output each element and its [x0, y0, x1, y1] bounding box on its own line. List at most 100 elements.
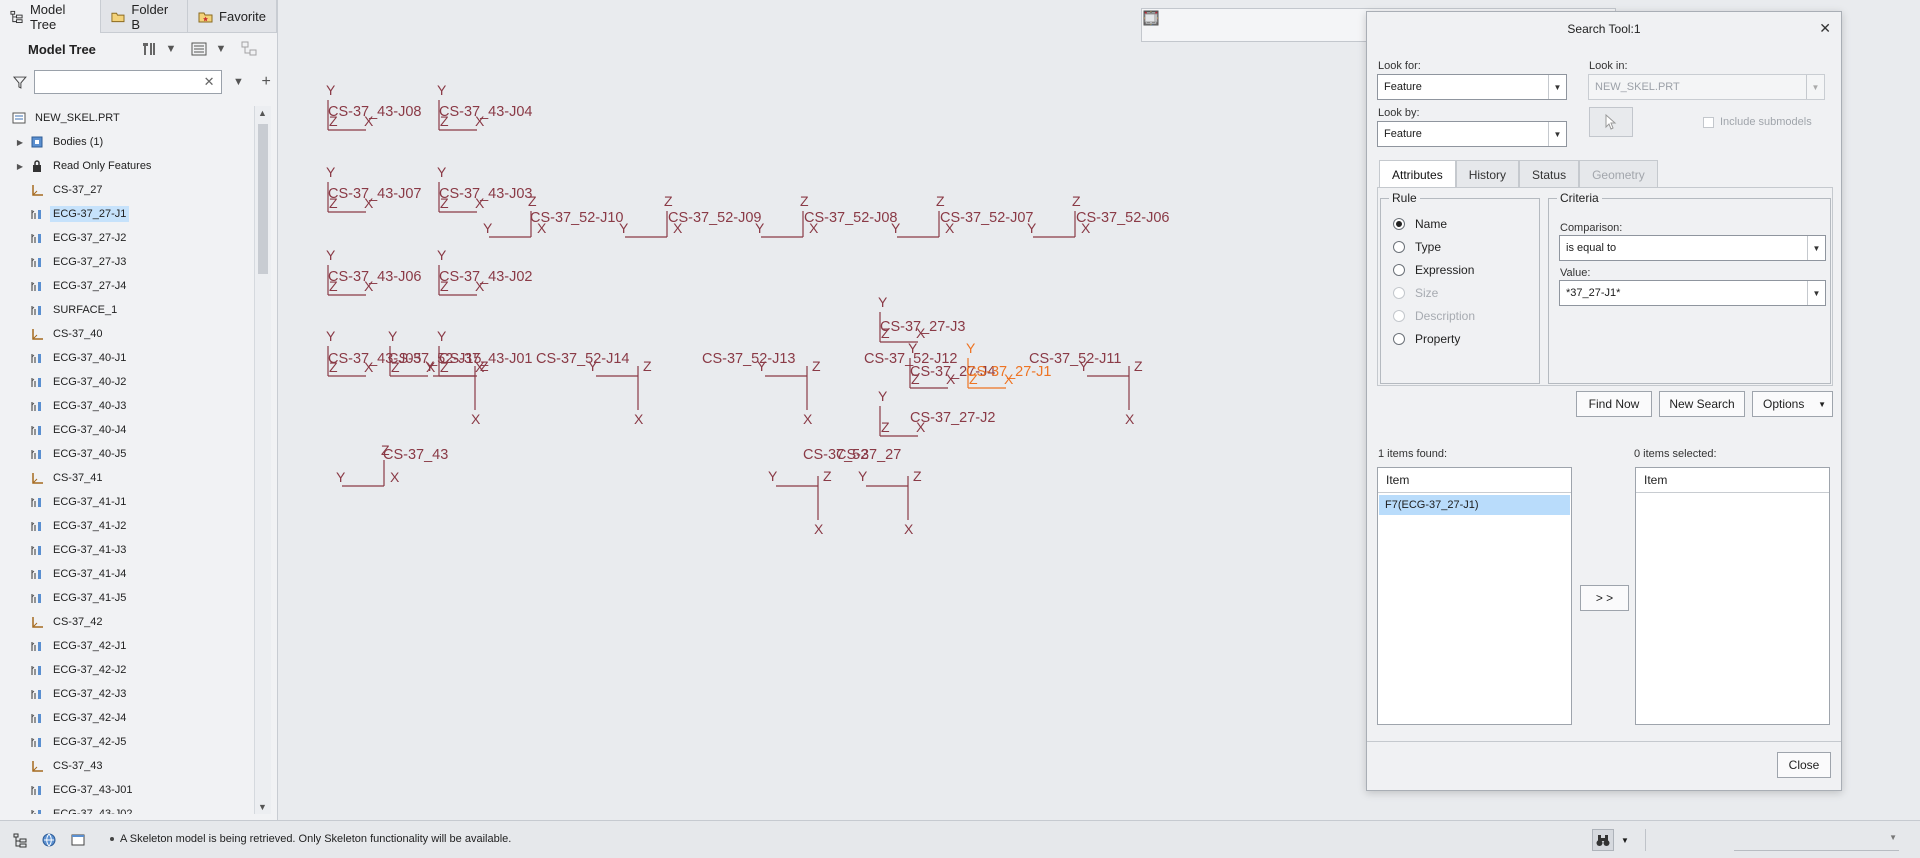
rule-radio-name[interactable]: Name: [1393, 217, 1447, 231]
selection-filter-select[interactable]: ▼: [1734, 829, 1899, 851]
transfer-button[interactable]: > >: [1580, 585, 1629, 611]
csys-label[interactable]: CS-37_27-J1: [966, 364, 1051, 380]
look-for-select[interactable]: Feature ▼: [1377, 74, 1567, 100]
csys-label[interactable]: CS-37_43-J03: [439, 186, 533, 202]
chevron-down-icon[interactable]: ▼: [1807, 281, 1825, 305]
comparison-select[interactable]: is equal to ▼: [1559, 235, 1826, 261]
tree-item[interactable]: ECG-37_40-J4: [0, 418, 254, 442]
chevron-down-icon[interactable]: ▼: [160, 38, 182, 60]
chevron-down-icon[interactable]: ▼: [228, 71, 250, 93]
tab-status[interactable]: Status: [1519, 160, 1580, 188]
tab-model-tree[interactable]: Model Tree: [0, 0, 102, 33]
look-by-select[interactable]: Feature ▼: [1377, 121, 1567, 147]
new-search-button[interactable]: New Search: [1659, 391, 1745, 417]
found-items-list[interactable]: Item F7(ECG-37_27-J1): [1377, 467, 1572, 725]
tree-item[interactable]: ECG-37_40-J1: [0, 346, 254, 370]
tree-item[interactable]: ECG-37_42-J5: [0, 730, 254, 754]
tree-item[interactable]: ECG-37_42-J2: [0, 658, 254, 682]
display-style-button[interactable]: [1145, 11, 1324, 38]
csys-label[interactable]: CS-37_43-J04: [439, 104, 533, 120]
add-icon[interactable]: +: [255, 71, 277, 93]
chevron-down-icon[interactable]: ▼: [210, 38, 232, 60]
csys-label[interactable]: CS-37_27: [836, 447, 901, 463]
tree-item[interactable]: CS-37_43: [0, 754, 254, 778]
tree-item[interactable]: ECG-37_41-J5: [0, 586, 254, 610]
saved-orientations-button[interactable]: [1144, 11, 1354, 38]
tree-item[interactable]: SURFACE_1: [0, 298, 254, 322]
csys-label[interactable]: CS-37_52-J07: [940, 210, 1034, 226]
rule-radio-property[interactable]: Property: [1393, 332, 1460, 346]
tree-item[interactable]: ECG-37_42-J4: [0, 706, 254, 730]
browser-toggle-icon[interactable]: [38, 829, 60, 851]
csys-label[interactable]: CS-37_52-J09: [668, 210, 762, 226]
tree-item[interactable]: ECG-37_42-J3: [0, 682, 254, 706]
close-icon[interactable]: ✕: [1819, 20, 1831, 37]
zoom-in-button[interactable]: [1144, 11, 1204, 38]
csys-label[interactable]: CS-37_43-J02: [439, 269, 533, 285]
find-now-button[interactable]: Find Now: [1576, 391, 1652, 417]
csys-label[interactable]: CS-37_27-J3: [880, 319, 965, 335]
model-tree-toggle-icon[interactable]: [9, 829, 31, 851]
options-button[interactable]: Options ▼: [1752, 391, 1833, 417]
chevron-down-icon[interactable]: ▼: [1548, 122, 1566, 146]
tree-item[interactable]: CS-37_41: [0, 466, 254, 490]
csys-label[interactable]: CS-37_43-J07: [328, 186, 422, 202]
tree-item[interactable]: ▶ Read Only Features: [0, 154, 254, 178]
chevron-down-icon[interactable]: ▼: [1618, 829, 1632, 851]
zoom-out-button[interactable]: [1144, 11, 1234, 38]
tree-scrollbar[interactable]: ▲ ▼: [254, 106, 271, 814]
tree-item[interactable]: CS-37_42: [0, 610, 254, 634]
tree-item[interactable]: CS-37_27: [0, 178, 254, 202]
tab-geometry[interactable]: Geometry: [1579, 160, 1658, 188]
tab-folder-browser[interactable]: Folder B: [101, 0, 189, 33]
selected-items-list[interactable]: Item: [1635, 467, 1830, 725]
tab-attributes[interactable]: Attributes: [1379, 160, 1456, 188]
csys-label[interactable]: CS-37_52-J13: [702, 351, 796, 367]
tree-item[interactable]: CS-37_40: [0, 322, 254, 346]
tree-item[interactable]: NEW_SKEL.PRT: [0, 106, 254, 130]
tree-item[interactable]: ECG-37_27-J2: [0, 226, 254, 250]
value-input[interactable]: *37_27-J1* ▼: [1559, 280, 1826, 306]
perspective-view-button[interactable]: [1144, 12, 1294, 38]
scroll-up-icon[interactable]: ▲: [258, 108, 267, 118]
found-list-item[interactable]: F7(ECG-37_27-J1): [1379, 495, 1570, 515]
look-in-select[interactable]: NEW_SKEL.PRT ▼: [1588, 74, 1825, 100]
tree-item[interactable]: ▶ Bodies (1): [0, 130, 254, 154]
csys-label[interactable]: CS-37_43-J01: [439, 351, 533, 367]
tab-history[interactable]: History: [1455, 160, 1520, 188]
csys-label[interactable]: CS-37_52-J10: [530, 210, 624, 226]
tree-item[interactable]: ECG-37_27-J3: [0, 250, 254, 274]
csys-label[interactable]: CS-37_43-J06: [328, 269, 422, 285]
csys-label[interactable]: CS-37_52-J06: [1076, 210, 1170, 226]
clear-icon[interactable]: ✕: [204, 74, 215, 90]
settings-tools-button[interactable]: [138, 38, 160, 60]
show-menu-button[interactable]: [188, 38, 210, 60]
tab-favorites[interactable]: Favorite: [188, 0, 277, 33]
tree-item[interactable]: ECG-37_40-J2: [0, 370, 254, 394]
csys-label[interactable]: CS-37_52-J14: [536, 351, 630, 367]
rule-radio-type[interactable]: Type: [1393, 240, 1441, 254]
csys-label[interactable]: CS-37_43: [383, 447, 448, 463]
chevron-down-icon[interactable]: ▼: [1806, 75, 1824, 99]
tree-item[interactable]: ECG-37_40-J5: [0, 442, 254, 466]
tree-item[interactable]: ECG-37_41-J2: [0, 514, 254, 538]
tree-item[interactable]: ECG-37_27-J1: [0, 202, 254, 226]
filter-icon[interactable]: [12, 74, 28, 90]
tree-item[interactable]: ECG-37_41-J4: [0, 562, 254, 586]
csys-label[interactable]: CS-37_52-J08: [804, 210, 898, 226]
tree-item[interactable]: ECG-37_41-J3: [0, 538, 254, 562]
expand-arrow-icon[interactable]: ▶: [14, 162, 26, 171]
chevron-down-icon[interactable]: ▼: [1807, 236, 1825, 260]
tree-search-input[interactable]: [34, 71, 195, 93]
find-button[interactable]: [1592, 829, 1614, 851]
include-submodels-checkbox[interactable]: Include submodels: [1703, 116, 1812, 128]
tree-item[interactable]: ECG-37_27-J4: [0, 274, 254, 298]
chevron-down-icon[interactable]: ▼: [1548, 75, 1566, 99]
tree-item[interactable]: ECG-37_41-J1: [0, 490, 254, 514]
rule-radio-expression[interactable]: Expression: [1393, 263, 1474, 277]
tree-item[interactable]: ECG-37_43-J02: [0, 802, 254, 814]
expand-arrow-icon[interactable]: ▶: [14, 138, 26, 147]
scroll-thumb[interactable]: [258, 124, 268, 274]
full-screen-toggle-icon[interactable]: [67, 829, 89, 851]
csys-label[interactable]: CS-37_43-J08: [328, 104, 422, 120]
